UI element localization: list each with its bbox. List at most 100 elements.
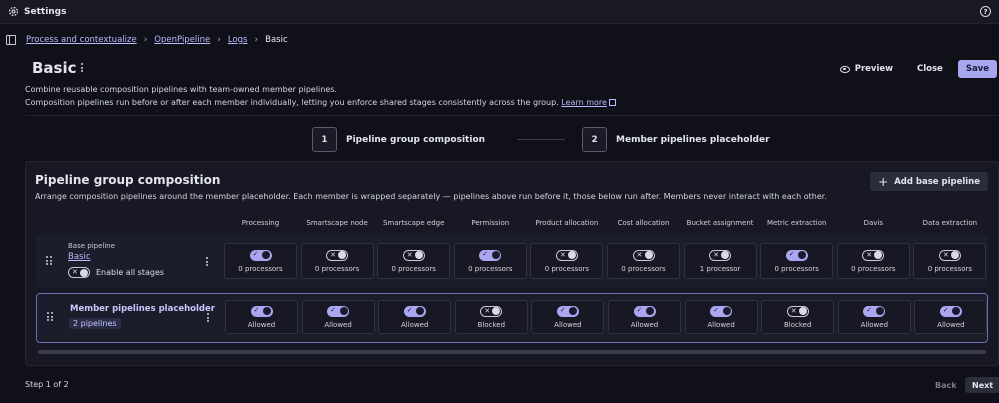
stage-cell-smartscape-edge[interactable]: ✓ Allowed bbox=[378, 300, 452, 334]
step-indicator: Step 1 of 2 bbox=[25, 380, 69, 389]
stage-toggle[interactable]: ✕ bbox=[709, 249, 732, 261]
stepper-connector bbox=[517, 139, 566, 140]
app-title: Settings bbox=[24, 6, 67, 17]
stage-toggle[interactable]: ✓ bbox=[479, 249, 502, 261]
stage-cell-metric-extraction[interactable]: ✓ 0 processors bbox=[760, 243, 834, 279]
breadcrumb-link-process[interactable]: Process and contextualize bbox=[26, 35, 137, 45]
stage-toggle[interactable]: ✕ bbox=[480, 305, 503, 317]
stage-toggle[interactable]: ✕ bbox=[786, 305, 809, 317]
check-icon: ✓ bbox=[636, 305, 643, 314]
member-pipelines-count-badge: 2 pipelines bbox=[69, 318, 121, 329]
drag-handle-icon[interactable] bbox=[47, 312, 53, 321]
stage-toggle[interactable]: ✓ bbox=[633, 305, 656, 317]
stage-toggle[interactable]: ✕ bbox=[938, 249, 961, 261]
stage-cell-bucket-assignment[interactable]: ✕ 1 processor bbox=[683, 243, 757, 279]
close-button[interactable]: Close bbox=[908, 60, 952, 78]
row-more-options-icon[interactable] bbox=[207, 313, 209, 322]
stage-status-text: Allowed bbox=[937, 320, 965, 329]
preview-button[interactable]: Preview bbox=[831, 60, 902, 78]
stage-toggle[interactable]: ✓ bbox=[863, 305, 886, 317]
stage-toggle[interactable]: ✓ bbox=[939, 305, 962, 317]
enable-all-stages-toggle[interactable]: ✕ bbox=[68, 267, 90, 278]
step-2-label[interactable]: Member pipelines placeholder bbox=[616, 135, 770, 145]
stage-toggle[interactable]: ✕ bbox=[555, 249, 578, 261]
base-pipeline-label: Base pipeline bbox=[68, 242, 116, 250]
stage-cell-permission[interactable]: ✓ 0 processors bbox=[453, 243, 527, 279]
check-icon: ✓ bbox=[482, 249, 489, 258]
help-circle-icon[interactable]: ? bbox=[980, 6, 991, 17]
save-button[interactable]: Save bbox=[957, 60, 997, 78]
stage-cell-smartscape-node[interactable]: ✕ 0 processors bbox=[300, 243, 374, 279]
stage-cell-product-allocation[interactable]: ✓ Allowed bbox=[531, 300, 605, 334]
breadcrumb-link-openpipeline[interactable]: OpenPipeline bbox=[154, 35, 210, 45]
x-icon: ✕ bbox=[406, 250, 413, 259]
base-pipeline-row[interactable]: Base pipeline Basic ✕ Enable all stages … bbox=[36, 235, 988, 287]
external-link-icon bbox=[608, 98, 616, 106]
stage-cell-processing[interactable]: ✓ 0 processors bbox=[224, 243, 297, 279]
add-base-pipeline-label: Add base pipeline bbox=[894, 176, 980, 187]
stage-toggle[interactable]: ✓ bbox=[710, 305, 733, 317]
stage-cell-smartscape-edge[interactable]: ✕ 0 processors bbox=[377, 243, 451, 279]
stage-cell-data-extraction[interactable]: ✕ 0 processors bbox=[913, 243, 987, 279]
divider bbox=[25, 115, 999, 116]
back-button[interactable]: Back bbox=[928, 377, 964, 393]
learn-more-link[interactable]: Learn more bbox=[561, 98, 607, 107]
x-icon: ✕ bbox=[713, 250, 719, 259]
member-pipelines-name: Member pipelines placeholder bbox=[70, 304, 215, 314]
step-1-number[interactable]: 1 bbox=[312, 127, 337, 152]
stage-status-text: 0 processors bbox=[468, 264, 513, 273]
stage-toggle[interactable]: ✓ bbox=[327, 305, 350, 317]
base-pipeline-name-link[interactable]: Basic bbox=[68, 252, 91, 262]
stage-cell-bucket-assignment[interactable]: ✓ Allowed bbox=[684, 300, 758, 334]
x-icon: ✕ bbox=[636, 250, 643, 259]
stage-cell-smartscape-node[interactable]: ✓ Allowed bbox=[301, 300, 375, 334]
stage-status-text: 0 processors bbox=[621, 264, 666, 273]
stage-status-text: Allowed bbox=[324, 320, 352, 329]
stage-toggle[interactable]: ✓ bbox=[403, 305, 426, 317]
stage-cell-cost-allocation[interactable]: ✓ Allowed bbox=[608, 300, 681, 334]
stage-cell-permission[interactable]: ✕ Blocked bbox=[454, 300, 528, 334]
composition-card: Pipeline group composition Arrange compo… bbox=[25, 161, 999, 366]
stage-cell-data-extraction[interactable]: ✓ Allowed bbox=[914, 300, 988, 334]
step-2-number[interactable]: 2 bbox=[582, 127, 608, 152]
stage-toggle[interactable]: ✕ bbox=[402, 249, 425, 261]
stage-toggle[interactable]: ✓ bbox=[785, 249, 808, 261]
stage-status-text: Allowed bbox=[860, 320, 889, 329]
preview-label: Preview bbox=[854, 64, 893, 74]
column-header-cost-allocation: Cost allocation bbox=[617, 219, 670, 227]
stage-toggle[interactable]: ✕ bbox=[632, 249, 655, 261]
stage-cell-davis[interactable]: ✓ Allowed bbox=[837, 300, 911, 334]
page-title: Basic bbox=[32, 59, 77, 77]
composition-title: Pipeline group composition bbox=[35, 173, 221, 187]
horizontal-scrollbar[interactable] bbox=[38, 350, 986, 354]
x-icon: ✕ bbox=[942, 250, 949, 259]
column-header-product-allocation: Product allocation bbox=[535, 219, 599, 227]
step-1-label[interactable]: Pipeline group composition bbox=[346, 135, 485, 145]
stage-cell-metric-extraction[interactable]: ✕ Blocked bbox=[761, 300, 835, 334]
stage-toggle[interactable]: ✓ bbox=[556, 305, 579, 317]
stage-status-text: 0 processors bbox=[851, 264, 896, 273]
stage-toggle[interactable]: ✓ bbox=[249, 249, 272, 261]
stage-cell-cost-allocation[interactable]: ✕ 0 processors bbox=[607, 243, 680, 279]
title-bar: Settings ? bbox=[0, 0, 999, 24]
member-pipelines-row[interactable]: Member pipelines placeholder 2 pipelines… bbox=[36, 293, 988, 343]
add-base-pipeline-button[interactable]: + Add base pipeline bbox=[870, 172, 988, 191]
check-icon: ✓ bbox=[252, 249, 259, 258]
column-header-bucket-assignment: Bucket assignment bbox=[686, 219, 754, 227]
stage-cell-product-allocation[interactable]: ✕ 0 processors bbox=[530, 243, 604, 279]
check-icon: ✓ bbox=[559, 305, 566, 314]
stage-toggle[interactable]: ✓ bbox=[250, 305, 273, 317]
x-icon: ✕ bbox=[790, 306, 797, 315]
drag-handle-icon[interactable] bbox=[46, 256, 52, 265]
more-options-icon[interactable] bbox=[81, 63, 83, 72]
next-button[interactable]: Next bbox=[965, 377, 999, 393]
side-panel-icon[interactable] bbox=[6, 35, 16, 45]
row-more-options-icon[interactable] bbox=[206, 257, 208, 266]
stage-cell-davis[interactable]: ✕ 0 processors bbox=[836, 243, 910, 279]
stage-cell-processing[interactable]: ✓ Allowed bbox=[225, 300, 298, 334]
stage-toggle[interactable]: ✕ bbox=[326, 249, 349, 261]
breadcrumb-link-logs[interactable]: Logs bbox=[228, 35, 248, 45]
stage-status-text: 0 processors bbox=[544, 264, 590, 273]
stage-toggle[interactable]: ✕ bbox=[862, 249, 885, 261]
x-icon: ✕ bbox=[559, 250, 566, 259]
